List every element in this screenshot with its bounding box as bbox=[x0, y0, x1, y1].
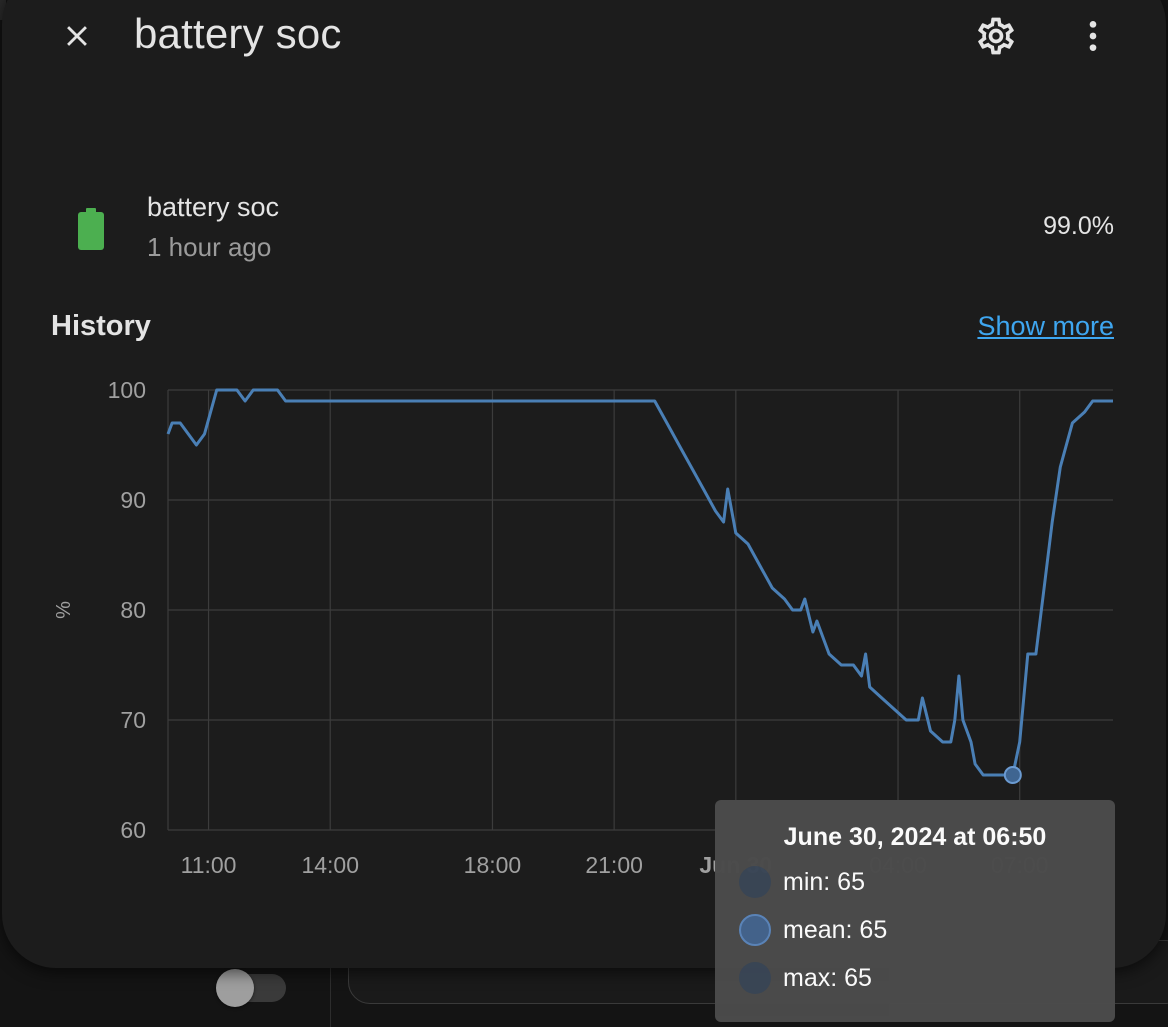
chart-tooltip: June 30, 2024 at 06:50 min: 65 mean: 65 … bbox=[715, 800, 1115, 1022]
show-more-link[interactable]: Show more bbox=[977, 311, 1114, 342]
tooltip-max-dot bbox=[739, 962, 771, 994]
tooltip-title: June 30, 2024 at 06:50 bbox=[783, 823, 1047, 851]
more-menu-button[interactable] bbox=[1070, 12, 1116, 60]
entity-state: 99.0% bbox=[1043, 212, 1114, 240]
battery-body bbox=[78, 212, 104, 250]
tooltip-row-min: min: 65 bbox=[739, 865, 865, 899]
toggle-knob bbox=[216, 969, 254, 1007]
tooltip-min-dot bbox=[739, 866, 771, 898]
dialog-title: battery soc bbox=[134, 10, 342, 57]
tooltip-mean-label: mean: 65 bbox=[783, 915, 888, 944]
battery-icon bbox=[78, 208, 104, 250]
settings-button[interactable] bbox=[972, 12, 1020, 60]
entity-name: battery soc bbox=[147, 192, 280, 222]
background-toggle[interactable] bbox=[216, 969, 288, 1007]
close-icon bbox=[67, 26, 87, 46]
entity-last-changed: 1 hour ago bbox=[147, 232, 272, 262]
close-button[interactable] bbox=[55, 14, 99, 58]
entity-row[interactable]: battery soc 1 hour ago 99.0% bbox=[60, 186, 1120, 270]
history-heading: History bbox=[51, 310, 151, 342]
tooltip-row-mean: mean: 65 bbox=[739, 913, 887, 947]
more-vertical-icon bbox=[1089, 21, 1097, 51]
tooltip-mean-dot bbox=[739, 914, 771, 946]
tooltip-max-label: max: 65 bbox=[783, 963, 872, 992]
background-divider bbox=[330, 960, 331, 1027]
tooltip-min-label: min: 65 bbox=[783, 867, 865, 896]
tooltip-row-max: max: 65 bbox=[739, 961, 872, 995]
gear-icon bbox=[978, 17, 1014, 55]
